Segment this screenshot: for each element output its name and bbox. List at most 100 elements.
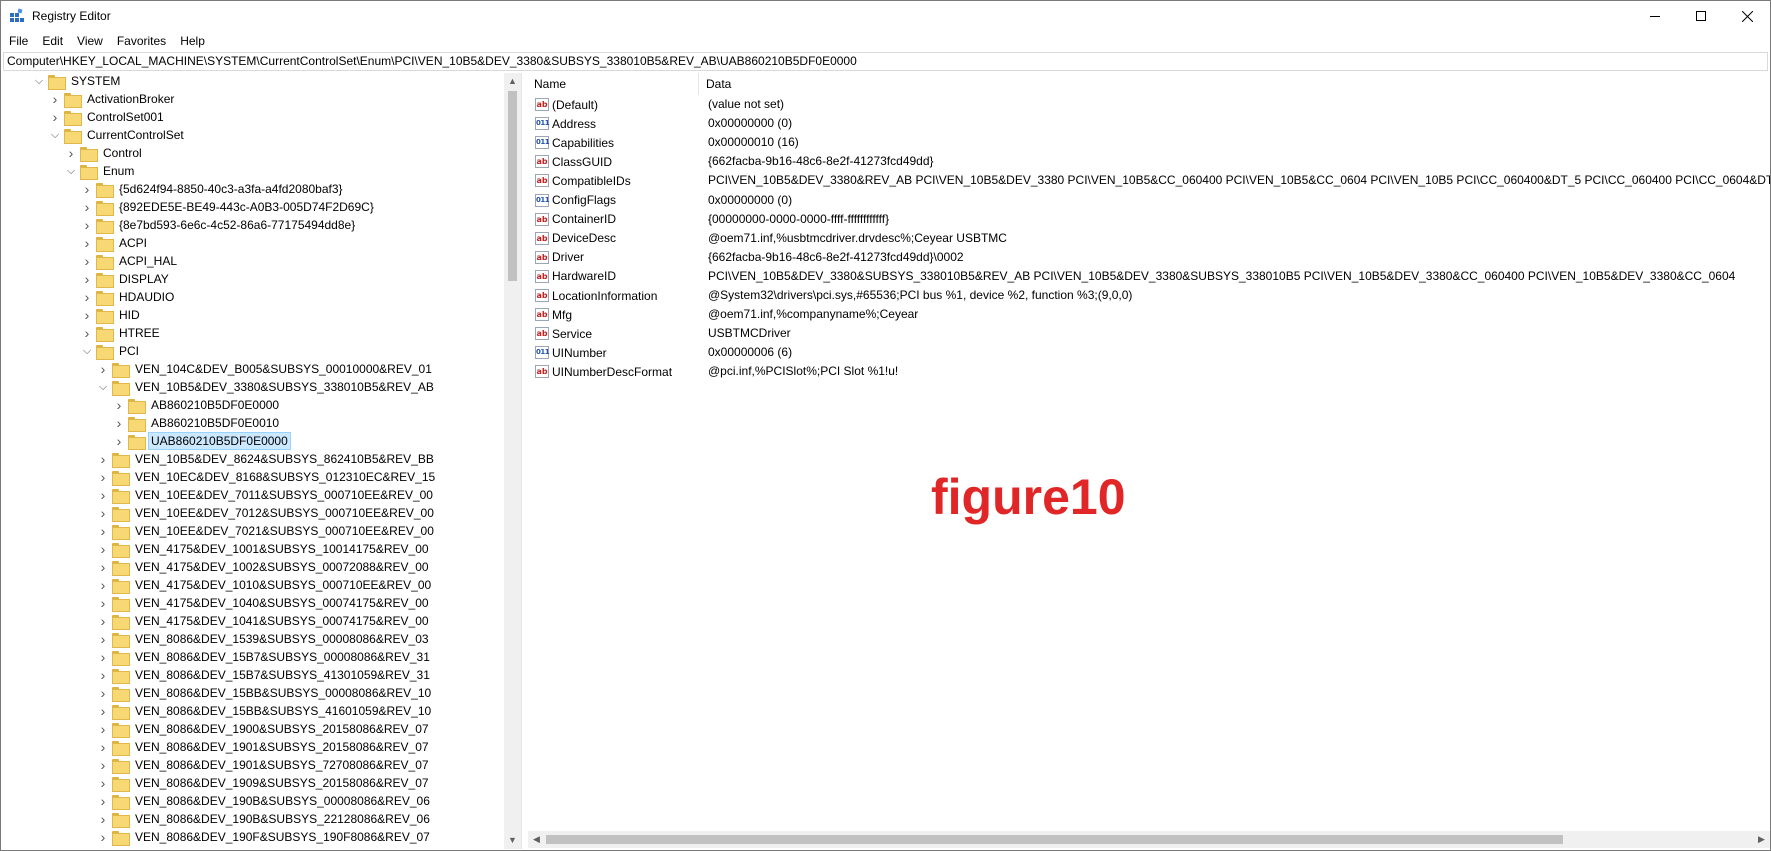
tree-node-label[interactable]: AB860210B5DF0E0000 [149, 397, 281, 413]
tree-node[interactable]: ⌵ SYSTEM [33, 73, 122, 90]
chevron-right-icon[interactable]: › [97, 756, 109, 774]
value-row[interactable]: ab (Default) (value not set) [528, 95, 1770, 114]
value-name-cell[interactable]: 011 Capabilities [535, 133, 614, 152]
tree-node-label[interactable]: ACPI [117, 235, 149, 251]
value-name-cell[interactable]: 011 UINumber [535, 343, 607, 362]
chevron-right-icon[interactable]: › [97, 558, 109, 576]
tree-node-label[interactable]: UAB860210B5DF0E0000 [148, 432, 291, 450]
chevron-right-icon[interactable]: › [81, 324, 93, 342]
values-horizontal-scrollbar[interactable]: ◀ ▶ [528, 831, 1770, 848]
chevron-right-icon[interactable]: › [113, 396, 125, 414]
tree-node[interactable]: › {892EDE5E-BE49-443c-A0B3-005D74F2D69C} [81, 198, 376, 216]
tree-node-label[interactable]: ACPI_HAL [117, 253, 179, 269]
chevron-down-icon[interactable]: ⌵ [49, 126, 61, 144]
tree-node[interactable]: › Control [65, 144, 144, 162]
tree-node[interactable]: › AB860210B5DF0E0000 [113, 396, 281, 414]
tree-node-label[interactable]: VEN_8086&DEV_1539&SUBSYS_00008086&REV_03 [133, 631, 431, 647]
tree-node[interactable]: › {5d624f94-8850-40c3-a3fa-a4fd2080baf3} [81, 180, 345, 198]
tree-node-label[interactable]: VEN_8086&DEV_190B&SUBSYS_00008086&REV_06 [133, 793, 432, 809]
tree-node[interactable]: › VEN_4175&DEV_1010&SUBSYS_000710EE&REV_0… [97, 576, 433, 594]
chevron-down-icon[interactable]: ⌵ [65, 162, 77, 180]
value-name-cell[interactable]: ab DeviceDesc [535, 229, 616, 248]
tree-node[interactable]: › VEN_8086&DEV_190F&SUBSYS_190F8086&REV_0… [97, 828, 432, 846]
tree-node-label[interactable]: VEN_4175&DEV_1002&SUBSYS_00072088&REV_00 [133, 559, 431, 575]
tree-node[interactable]: › HDAUDIO [81, 288, 176, 306]
tree-vertical-scrollbar[interactable]: ▲ ▼ [504, 73, 521, 849]
tree-node-label[interactable]: VEN_8086&DEV_15BB&SUBSYS_00008086&REV_10 [133, 685, 433, 701]
chevron-down-icon[interactable]: ⌵ [81, 342, 93, 360]
chevron-right-icon[interactable]: › [97, 666, 109, 684]
tree-node-label[interactable]: VEN_8086&DEV_1909&SUBSYS_20158086&REV_07 [133, 775, 431, 791]
value-name-cell[interactable]: ab ContainerID [535, 210, 616, 229]
tree-node[interactable]: ⌵ CurrentControlSet [49, 126, 186, 144]
chevron-right-icon[interactable]: › [97, 504, 109, 522]
column-header-data[interactable]: Data [700, 73, 1766, 95]
tree-node[interactable]: › AB860210B5DF0E0010 [113, 414, 281, 432]
tree-node-label[interactable]: VEN_8086&DEV_15B7&SUBSYS_41301059&REV_31 [133, 667, 432, 683]
menu-file[interactable]: File [1, 31, 35, 51]
value-row[interactable]: ab Service USBTMCDriver [528, 324, 1770, 343]
menu-edit[interactable]: Edit [35, 31, 70, 51]
address-bar[interactable]: Computer\HKEY_LOCAL_MACHINE\SYSTEM\Curre… [3, 52, 1768, 71]
value-name-cell[interactable]: ab ClassGUID [535, 152, 612, 171]
chevron-down-icon[interactable]: ⌵ [33, 73, 45, 90]
tree-node-label[interactable]: VEN_10B5&DEV_8624&SUBSYS_862410B5&REV_BB [133, 451, 436, 467]
tree-node[interactable]: › VEN_8086&DEV_190B&SUBSYS_00008086&REV_0… [97, 792, 432, 810]
tree-node-label[interactable]: VEN_8086&DEV_1901&SUBSYS_72708086&REV_07 [133, 757, 431, 773]
tree-node[interactable]: › UAB860210B5DF0E0000 [113, 432, 291, 450]
tree-node-label[interactable]: DISPLAY [117, 271, 171, 287]
tree-node-label[interactable]: {892EDE5E-BE49-443c-A0B3-005D74F2D69C} [117, 199, 376, 215]
value-name-cell[interactable]: ab Mfg [535, 305, 572, 324]
maximize-button[interactable] [1678, 1, 1724, 31]
tree-node[interactable]: › DISPLAY [81, 270, 171, 288]
tree-node[interactable]: › VEN_10EE&DEV_7012&SUBSYS_000710EE&REV_0… [97, 504, 436, 522]
chevron-right-icon[interactable]: › [49, 90, 61, 108]
tree-node-label[interactable]: VEN_8086&DEV_190F&SUBSYS_190F8086&REV_07 [133, 829, 432, 845]
tree-node-label[interactable]: Enum [101, 163, 136, 179]
value-row[interactable]: ab ClassGUID {662facba-9b16-48c6-8e2f-4127… [528, 152, 1770, 171]
tree-node[interactable]: › VEN_10B5&DEV_8624&SUBSYS_862410B5&REV_B… [97, 450, 436, 468]
tree-node[interactable]: › VEN_10EE&DEV_7021&SUBSYS_000710EE&REV_0… [97, 522, 436, 540]
tree-node[interactable]: › VEN_8086&DEV_1900&SUBSYS_20158086&REV_0… [97, 720, 431, 738]
value-name-cell[interactable]: ab HardwareID [535, 267, 616, 286]
chevron-right-icon[interactable]: › [81, 288, 93, 306]
tree-node[interactable]: › VEN_8086&DEV_15BB&SUBSYS_00008086&REV_1… [97, 684, 433, 702]
tree-node[interactable]: › VEN_8086&DEV_1901&SUBSYS_72708086&REV_0… [97, 756, 431, 774]
tree-node[interactable]: › {8e7bd593-6e6c-4c52-86a6-77175494dd8e} [81, 216, 357, 234]
tree-node-label[interactable]: AB860210B5DF0E0010 [149, 415, 281, 431]
minimize-button[interactable] [1632, 1, 1678, 31]
scroll-left-icon[interactable]: ◀ [528, 831, 545, 848]
value-name-cell[interactable]: 011 ConfigFlags [535, 191, 616, 210]
value-name-cell[interactable]: ab UINumberDescFormat [535, 362, 672, 381]
value-row[interactable]: ab LocationInformation @System32\drivers\p… [528, 286, 1770, 305]
tree-node[interactable]: › VEN_8086&DEV_1539&SUBSYS_00008086&REV_0… [97, 630, 431, 648]
value-name-cell[interactable]: 011 Address [535, 114, 596, 133]
value-row[interactable]: 011 ConfigFlags 0x00000000 (0) [528, 191, 1770, 210]
chevron-right-icon[interactable]: › [97, 720, 109, 738]
tree-node[interactable]: › ACPI [81, 234, 149, 252]
menu-view[interactable]: View [70, 31, 110, 51]
tree-node-label[interactable]: VEN_4175&DEV_1040&SUBSYS_00074175&REV_00 [133, 595, 431, 611]
chevron-right-icon[interactable]: › [81, 216, 93, 234]
tree-node-label[interactable]: {8e7bd593-6e6c-4c52-86a6-77175494dd8e} [117, 217, 357, 233]
chevron-down-icon[interactable]: ⌵ [97, 378, 109, 396]
tree-node[interactable]: › VEN_8086&DEV_1901&SUBSYS_20158086&REV_0… [97, 738, 431, 756]
tree-node[interactable]: ⌵ PCI [81, 342, 141, 360]
tree-node[interactable]: › VEN_104C&DEV_B005&SUBSYS_00010000&REV_0… [97, 360, 434, 378]
tree-node[interactable]: › VEN_8086&DEV_190B&SUBSYS_22128086&REV_0… [97, 810, 432, 828]
chevron-right-icon[interactable]: › [97, 486, 109, 504]
tree-node-label[interactable]: VEN_8086&DEV_190B&SUBSYS_22128086&REV_06 [133, 811, 432, 827]
chevron-right-icon[interactable]: › [81, 234, 93, 252]
chevron-right-icon[interactable]: › [97, 828, 109, 846]
tree-node-label[interactable]: ControlSet001 [85, 109, 166, 125]
chevron-right-icon[interactable]: › [97, 684, 109, 702]
tree-node[interactable]: › ControlSet001 [49, 108, 166, 126]
tree-node-label[interactable]: HTREE [117, 325, 162, 341]
chevron-right-icon[interactable]: › [97, 648, 109, 666]
chevron-right-icon[interactable]: › [65, 144, 77, 162]
chevron-right-icon[interactable]: › [97, 576, 109, 594]
tree-node-label[interactable]: HDAUDIO [117, 289, 176, 305]
scroll-right-icon[interactable]: ▶ [1753, 831, 1770, 848]
chevron-right-icon[interactable]: › [97, 468, 109, 486]
chevron-right-icon[interactable]: › [97, 612, 109, 630]
